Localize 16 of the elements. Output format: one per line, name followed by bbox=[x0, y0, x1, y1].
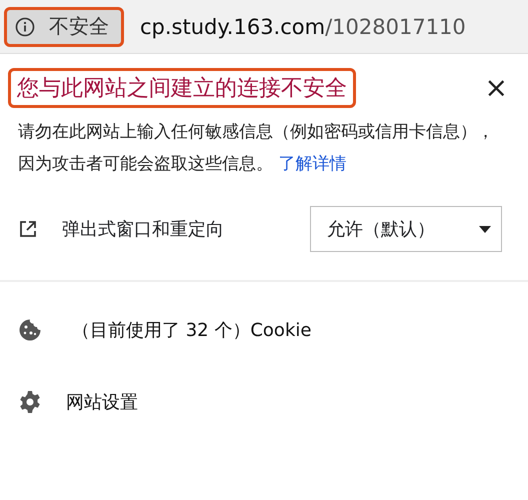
site-info-link[interactable]: 网站设置 bbox=[66, 390, 138, 414]
settings-icon bbox=[18, 390, 42, 414]
close-button[interactable]: × bbox=[480, 74, 512, 102]
permission-dropdown[interactable]: 允许（默认） bbox=[310, 206, 502, 252]
url-host: cp.study.163.com bbox=[140, 14, 326, 38]
cookie-icon bbox=[18, 318, 42, 342]
site-info-link[interactable]: （目前使用了 32 个）Cookie bbox=[72, 318, 312, 342]
warning-description: 请勿在此网站上输入任何敏感信息（例如密码或信用卡信息），因为攻击者可能会盗取这些信息。 了解详情 bbox=[18, 121, 495, 176]
learn-more-link[interactable]: 了解详情 bbox=[278, 154, 346, 174]
info-icon bbox=[15, 16, 35, 36]
url-path: /1028017110 bbox=[325, 14, 466, 38]
permission-label: 弹出式窗口和重定向 bbox=[62, 218, 225, 241]
warning-heading: 您与此网站之间建立的连接不安全 bbox=[8, 68, 356, 108]
dropdown-caret-icon bbox=[479, 226, 491, 232]
external-window-icon bbox=[18, 219, 38, 239]
security-chip[interactable]: 不安全 bbox=[4, 6, 124, 46]
